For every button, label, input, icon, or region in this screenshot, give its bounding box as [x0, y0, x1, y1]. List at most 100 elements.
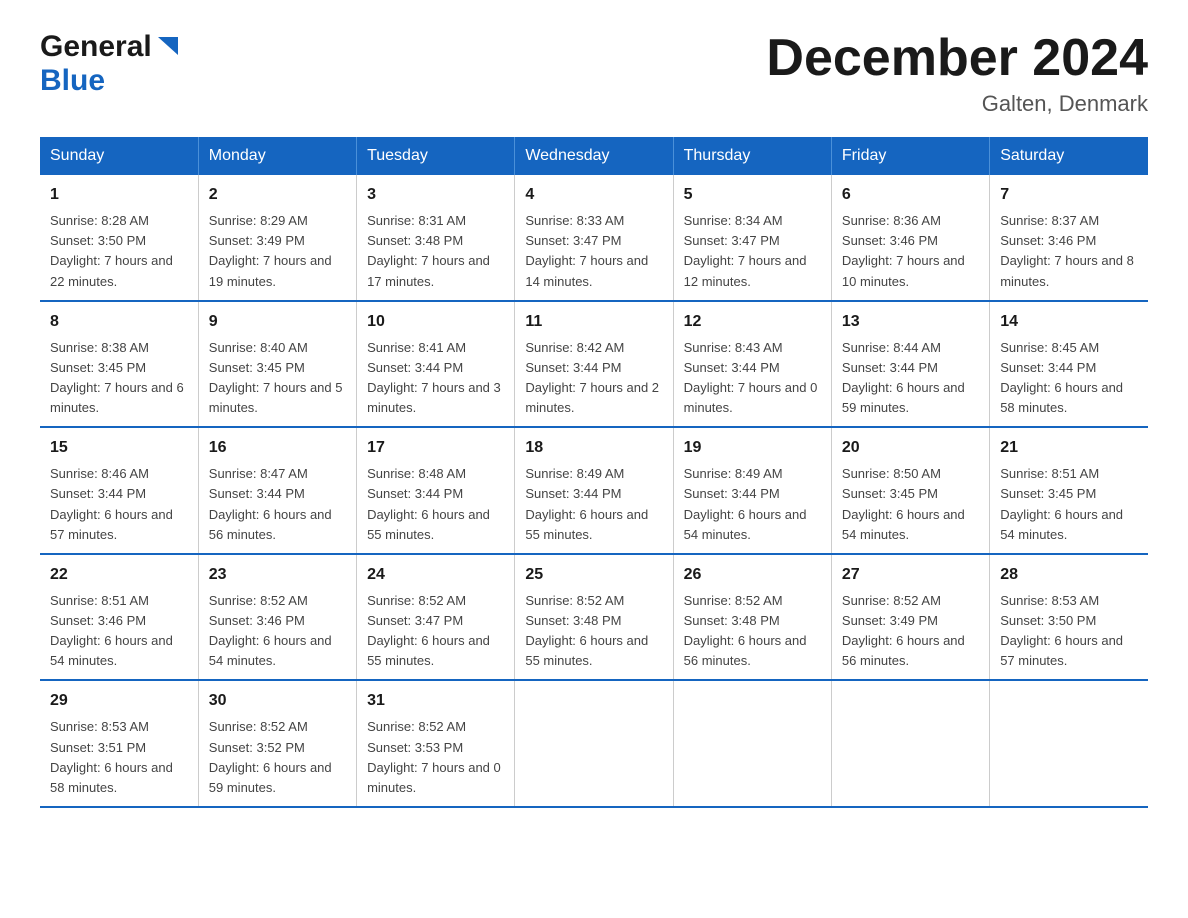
calendar-cell: 26 Sunrise: 8:52 AMSunset: 3:48 PMDayligh…: [673, 554, 831, 681]
day-info: Sunrise: 8:49 AMSunset: 3:44 PMDaylight:…: [525, 464, 662, 545]
calendar-subtitle: Galten, Denmark: [766, 91, 1148, 117]
day-info: Sunrise: 8:37 AMSunset: 3:46 PMDaylight:…: [1000, 211, 1138, 292]
logo-triangle-icon: [154, 33, 182, 61]
calendar-table: SundayMondayTuesdayWednesdayThursdayFrid…: [40, 137, 1148, 808]
weekday-header-saturday: Saturday: [990, 137, 1148, 175]
day-info: Sunrise: 8:28 AMSunset: 3:50 PMDaylight:…: [50, 211, 188, 292]
day-info: Sunrise: 8:52 AMSunset: 3:46 PMDaylight:…: [209, 591, 346, 672]
calendar-week-row: 22 Sunrise: 8:51 AMSunset: 3:46 PMDayligh…: [40, 554, 1148, 681]
day-number: 31: [367, 689, 504, 713]
day-number: 28: [1000, 563, 1138, 587]
day-info: Sunrise: 8:52 AMSunset: 3:49 PMDaylight:…: [842, 591, 979, 672]
day-number: 25: [525, 563, 662, 587]
day-info: Sunrise: 8:41 AMSunset: 3:44 PMDaylight:…: [367, 338, 504, 419]
title-section: December 2024 Galten, Denmark: [766, 30, 1148, 117]
day-info: Sunrise: 8:38 AMSunset: 3:45 PMDaylight:…: [50, 338, 188, 419]
day-number: 5: [684, 183, 821, 207]
day-info: Sunrise: 8:51 AMSunset: 3:46 PMDaylight:…: [50, 591, 188, 672]
calendar-cell: [515, 680, 673, 807]
day-info: Sunrise: 8:52 AMSunset: 3:47 PMDaylight:…: [367, 591, 504, 672]
day-info: Sunrise: 8:40 AMSunset: 3:45 PMDaylight:…: [209, 338, 346, 419]
day-number: 15: [50, 436, 188, 460]
day-number: 2: [209, 183, 346, 207]
weekday-header-thursday: Thursday: [673, 137, 831, 175]
calendar-cell: 30Sunrise: 8:52 AMSunset: 3:52 PMDayligh…: [198, 680, 356, 807]
calendar-cell: 4Sunrise: 8:33 AMSunset: 3:47 PMDaylight…: [515, 175, 673, 301]
calendar-cell: 25 Sunrise: 8:52 AMSunset: 3:48 PMDayligh…: [515, 554, 673, 681]
day-number: 11: [525, 310, 662, 334]
day-number: 24: [367, 563, 504, 587]
calendar-cell: 18 Sunrise: 8:49 AMSunset: 3:44 PMDayligh…: [515, 427, 673, 554]
calendar-cell: 22 Sunrise: 8:51 AMSunset: 3:46 PMDayligh…: [40, 554, 198, 681]
calendar-cell: 10 Sunrise: 8:41 AMSunset: 3:44 PMDayligh…: [357, 301, 515, 428]
day-info: Sunrise: 8:50 AMSunset: 3:45 PMDaylight:…: [842, 464, 979, 545]
page-header: General Blue December 2024 Galten, Denma…: [40, 30, 1148, 117]
day-info: Sunrise: 8:33 AMSunset: 3:47 PMDaylight:…: [525, 211, 662, 292]
calendar-cell: 1Sunrise: 8:28 AMSunset: 3:50 PMDaylight…: [40, 175, 198, 301]
calendar-cell: 17Sunrise: 8:48 AMSunset: 3:44 PMDayligh…: [357, 427, 515, 554]
calendar-cell: 5 Sunrise: 8:34 AMSunset: 3:47 PMDaylight…: [673, 175, 831, 301]
day-number: 10: [367, 310, 504, 334]
day-number: 26: [684, 563, 821, 587]
day-info: Sunrise: 8:51 AMSunset: 3:45 PMDaylight:…: [1000, 464, 1138, 545]
calendar-cell: 19Sunrise: 8:49 AMSunset: 3:44 PMDayligh…: [673, 427, 831, 554]
calendar-week-row: 8Sunrise: 8:38 AMSunset: 3:45 PMDaylight…: [40, 301, 1148, 428]
calendar-cell: 14 Sunrise: 8:45 AMSunset: 3:44 PMDayligh…: [990, 301, 1148, 428]
calendar-cell: 8Sunrise: 8:38 AMSunset: 3:45 PMDaylight…: [40, 301, 198, 428]
day-number: 12: [684, 310, 821, 334]
day-info: Sunrise: 8:48 AMSunset: 3:44 PMDaylight:…: [367, 464, 504, 545]
calendar-week-row: 15Sunrise: 8:46 AMSunset: 3:44 PMDayligh…: [40, 427, 1148, 554]
day-number: 27: [842, 563, 979, 587]
calendar-cell: 23 Sunrise: 8:52 AMSunset: 3:46 PMDayligh…: [198, 554, 356, 681]
calendar-cell: [673, 680, 831, 807]
logo-blue-text: Blue: [40, 64, 105, 97]
weekday-header-tuesday: Tuesday: [357, 137, 515, 175]
day-info: Sunrise: 8:43 AMSunset: 3:44 PMDaylight:…: [684, 338, 821, 419]
day-number: 16: [209, 436, 346, 460]
calendar-cell: 20 Sunrise: 8:50 AMSunset: 3:45 PMDayligh…: [831, 427, 989, 554]
calendar-cell: 2Sunrise: 8:29 AMSunset: 3:49 PMDaylight…: [198, 175, 356, 301]
day-number: 21: [1000, 436, 1138, 460]
calendar-week-row: 29 Sunrise: 8:53 AMSunset: 3:51 PMDayligh…: [40, 680, 1148, 807]
calendar-cell: 7 Sunrise: 8:37 AMSunset: 3:46 PMDaylight…: [990, 175, 1148, 301]
day-info: Sunrise: 8:34 AMSunset: 3:47 PMDaylight:…: [684, 211, 821, 292]
day-number: 7: [1000, 183, 1138, 207]
day-info: Sunrise: 8:31 AMSunset: 3:48 PMDaylight:…: [367, 211, 504, 292]
day-info: Sunrise: 8:44 AMSunset: 3:44 PMDaylight:…: [842, 338, 979, 419]
day-number: 22: [50, 563, 188, 587]
day-info: Sunrise: 8:47 AMSunset: 3:44 PMDaylight:…: [209, 464, 346, 545]
calendar-cell: 11 Sunrise: 8:42 AMSunset: 3:44 PMDayligh…: [515, 301, 673, 428]
day-number: 6: [842, 183, 979, 207]
calendar-week-row: 1Sunrise: 8:28 AMSunset: 3:50 PMDaylight…: [40, 175, 1148, 301]
day-info: Sunrise: 8:53 AMSunset: 3:50 PMDaylight:…: [1000, 591, 1138, 672]
day-info: Sunrise: 8:36 AMSunset: 3:46 PMDaylight:…: [842, 211, 979, 292]
day-number: 23: [209, 563, 346, 587]
day-number: 19: [684, 436, 821, 460]
day-info: Sunrise: 8:52 AMSunset: 3:48 PMDaylight:…: [684, 591, 821, 672]
calendar-cell: 9 Sunrise: 8:40 AMSunset: 3:45 PMDaylight…: [198, 301, 356, 428]
calendar-cell: 12 Sunrise: 8:43 AMSunset: 3:44 PMDayligh…: [673, 301, 831, 428]
calendar-cell: 21 Sunrise: 8:51 AMSunset: 3:45 PMDayligh…: [990, 427, 1148, 554]
day-info: Sunrise: 8:52 AMSunset: 3:48 PMDaylight:…: [525, 591, 662, 672]
calendar-cell: 28 Sunrise: 8:53 AMSunset: 3:50 PMDayligh…: [990, 554, 1148, 681]
day-number: 14: [1000, 310, 1138, 334]
logo: General Blue: [40, 30, 182, 98]
day-info: Sunrise: 8:45 AMSunset: 3:44 PMDaylight:…: [1000, 338, 1138, 419]
calendar-cell: 15Sunrise: 8:46 AMSunset: 3:44 PMDayligh…: [40, 427, 198, 554]
calendar-cell: 31Sunrise: 8:52 AMSunset: 3:53 PMDayligh…: [357, 680, 515, 807]
day-number: 20: [842, 436, 979, 460]
day-number: 9: [209, 310, 346, 334]
calendar-cell: 6 Sunrise: 8:36 AMSunset: 3:46 PMDaylight…: [831, 175, 989, 301]
weekday-header-row: SundayMondayTuesdayWednesdayThursdayFrid…: [40, 137, 1148, 175]
day-info: Sunrise: 8:42 AMSunset: 3:44 PMDaylight:…: [525, 338, 662, 419]
day-number: 18: [525, 436, 662, 460]
day-info: Sunrise: 8:53 AMSunset: 3:51 PMDaylight:…: [50, 717, 188, 798]
calendar-cell: 29 Sunrise: 8:53 AMSunset: 3:51 PMDayligh…: [40, 680, 198, 807]
calendar-title: December 2024: [766, 30, 1148, 87]
day-number: 29: [50, 689, 188, 713]
logo-general-text: General: [40, 30, 152, 64]
calendar-cell: 16 Sunrise: 8:47 AMSunset: 3:44 PMDayligh…: [198, 427, 356, 554]
day-number: 3: [367, 183, 504, 207]
weekday-header-wednesday: Wednesday: [515, 137, 673, 175]
calendar-cell: [831, 680, 989, 807]
